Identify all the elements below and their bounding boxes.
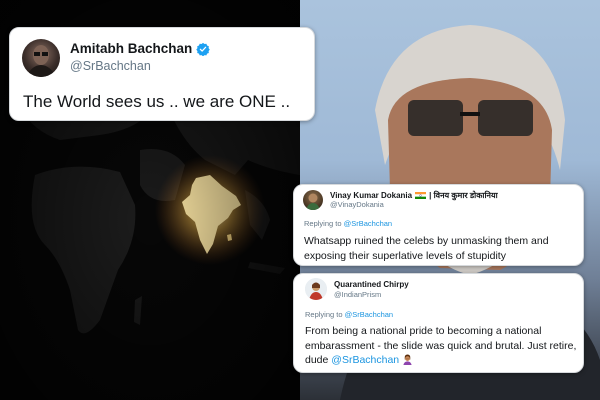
display-name[interactable]: Vinay Kumar Dokania [330, 191, 412, 200]
display-name[interactable]: Quarantined Chirpy [334, 280, 409, 289]
display-name-hindi: | विनय कुमार डोकानिया [429, 191, 498, 200]
tweet-text: The World sees us .. we are ONE .. [23, 92, 291, 111]
replying-to-mention[interactable]: @SrBachchan [344, 219, 392, 228]
reply-avatar-image [306, 193, 320, 210]
user-handle[interactable]: @IndianPrism [334, 290, 381, 299]
facepalm-emoji-icon [403, 354, 412, 365]
reply-tweet-card[interactable]: Quarantined Chirpy @IndianPrism Replying… [293, 273, 584, 373]
reply-text: Whatsapp ruined the celebs by unmasking … [304, 235, 549, 262]
user-handle[interactable]: @SrBachchan [70, 59, 151, 73]
reply-text-container: From being a national pride to becoming … [305, 324, 581, 368]
replying-to-label: Replying to [304, 219, 342, 228]
reply-tweet-card[interactable]: Vinay Kumar Dokania | विनय कुमार डोकानिय… [293, 184, 584, 266]
avatar[interactable] [22, 39, 60, 77]
replying-to-label: Replying to [305, 310, 343, 319]
replying-to-line: Replying to @SrBachchan [305, 310, 393, 319]
main-tweet-card[interactable]: Amitabh Bachchan @SrBachchan The World s… [9, 27, 315, 121]
user-avatar-image [26, 45, 56, 77]
body-mention[interactable]: @SrBachchan [331, 354, 399, 366]
display-name[interactable]: Amitabh Bachchan [70, 41, 192, 56]
verified-badge-icon [196, 42, 211, 56]
replying-to-mention[interactable]: @SrBachchan [345, 310, 393, 319]
avatar[interactable] [305, 278, 327, 300]
replying-to-line: Replying to @SrBachchan [304, 219, 392, 228]
reply-avatar-image [305, 278, 327, 300]
avatar[interactable] [303, 190, 323, 210]
india-flag-icon [415, 192, 427, 199]
user-handle[interactable]: @VinayDokania [330, 200, 384, 209]
